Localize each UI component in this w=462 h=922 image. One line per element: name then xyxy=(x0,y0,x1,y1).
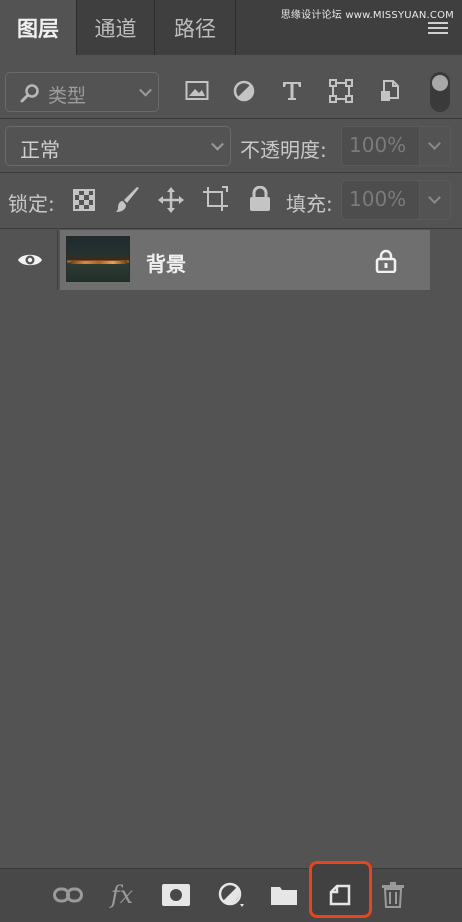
add-mask-icon[interactable] xyxy=(158,868,194,922)
opacity-input[interactable]: 100% xyxy=(341,126,420,166)
delete-layer-icon[interactable] xyxy=(375,868,411,922)
opacity-label: 不透明度: xyxy=(240,138,327,162)
shape-filter-icon[interactable] xyxy=(329,79,353,103)
smart-object-filter-icon[interactable] xyxy=(379,79,401,103)
layer-row[interactable]: 背景 xyxy=(0,230,430,290)
fill-label: 填充: xyxy=(286,192,333,216)
adjustment-filter-icon[interactable] xyxy=(233,80,255,102)
layer-visibility-toggle[interactable] xyxy=(0,230,58,290)
layer-item-background[interactable]: 背景 xyxy=(60,230,430,290)
lock-label: 锁定: xyxy=(8,192,55,216)
layer-lock-icon xyxy=(375,249,397,273)
blend-mode-value: 正常 xyxy=(20,138,60,162)
tab-layers[interactable]: 图层 xyxy=(0,0,76,55)
new-layer-icon[interactable] xyxy=(322,868,358,922)
eye-icon xyxy=(18,254,42,266)
fill-input[interactable]: 100% xyxy=(341,180,420,220)
new-group-icon[interactable] xyxy=(266,868,302,922)
lock-all-icon[interactable] xyxy=(249,186,271,212)
filter-type-dropdown[interactable]: 类型 xyxy=(5,72,159,112)
panel-tab-bar: 图层 通道 路径 思缘设计论坛 www.MISSYUAN.COM xyxy=(0,0,462,55)
opacity-dropdown-arrow[interactable] xyxy=(420,126,451,166)
tab-channels[interactable]: 通道 xyxy=(77,0,154,55)
link-layers-icon[interactable] xyxy=(50,868,86,922)
lock-artboard-icon[interactable] xyxy=(202,186,230,212)
filter-type-label: 类型 xyxy=(48,85,87,107)
fx-icon[interactable]: fx xyxy=(104,868,140,922)
panel-menu-icon[interactable] xyxy=(428,22,448,34)
tab-paths[interactable]: 路径 xyxy=(155,0,235,55)
lock-transparent-pixels-icon[interactable] xyxy=(73,189,95,211)
layer-name: 背景 xyxy=(146,252,186,276)
fill-dropdown-arrow[interactable] xyxy=(420,180,451,220)
layer-thumbnail xyxy=(66,236,130,282)
lock-position-move-icon[interactable] xyxy=(158,187,184,213)
image-filter-icon[interactable] xyxy=(185,80,209,102)
adjustment-layer-icon[interactable] xyxy=(213,868,249,922)
watermark: 思缘设计论坛 www.MISSYUAN.COM xyxy=(280,10,454,21)
type-filter-icon[interactable] xyxy=(281,80,303,102)
blend-mode-dropdown[interactable]: 正常 xyxy=(5,126,231,166)
filter-toggle[interactable] xyxy=(430,72,450,112)
search-icon xyxy=(20,84,39,103)
lock-image-pixels-brush-icon[interactable] xyxy=(115,186,141,214)
